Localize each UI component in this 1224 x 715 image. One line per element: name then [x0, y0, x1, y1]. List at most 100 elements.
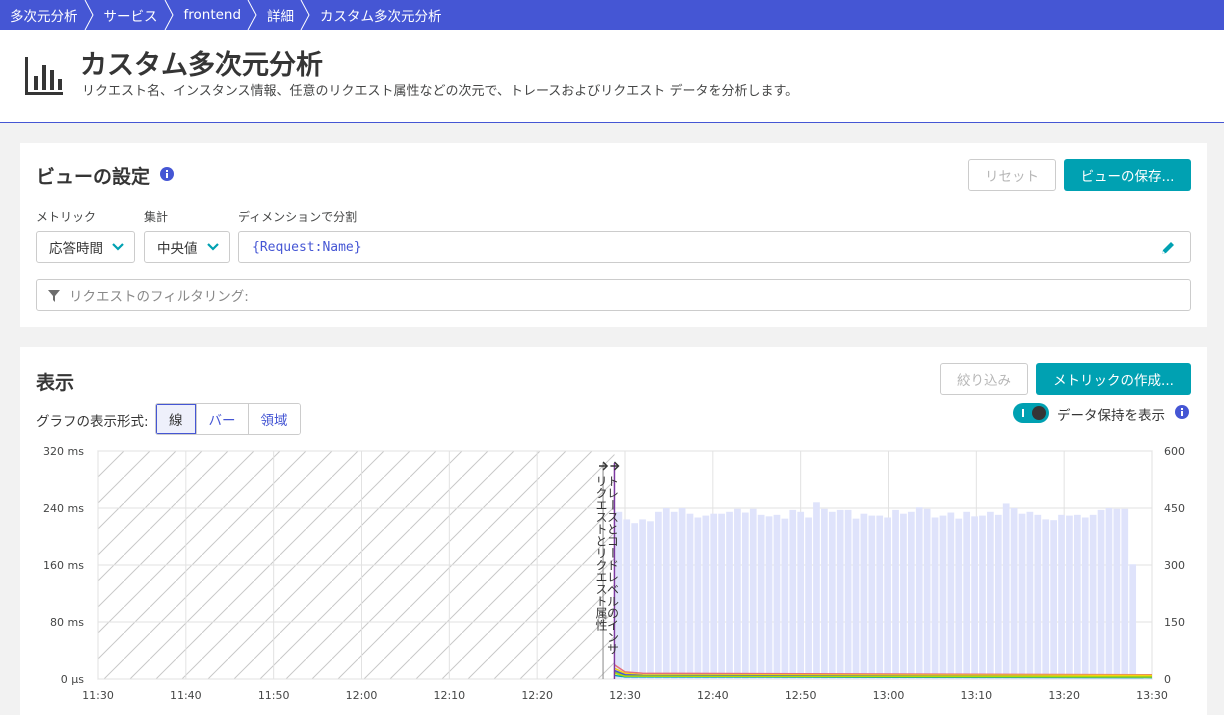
x-axis-tick-label: 12:10	[433, 689, 465, 702]
breadcrumb-item-services[interactable]: サービス	[94, 0, 164, 30]
request-count-bar	[726, 511, 733, 679]
x-axis-tick-label: 12:20	[521, 689, 553, 702]
request-count-bar	[813, 502, 820, 679]
request-count-bar	[828, 511, 836, 679]
page-subtitle: リクエスト名、インスタンス情報、任意のリクエスト属性などの次元で、トレースおよび…	[82, 84, 799, 99]
request-count-bar	[734, 508, 741, 679]
request-count-bar	[821, 508, 828, 679]
request-count-bar	[1073, 514, 1081, 679]
request-filter-input[interactable]: リクエストのフィルタリング:	[36, 279, 1191, 311]
request-count-bar	[1105, 508, 1113, 679]
request-count-bar	[892, 509, 899, 679]
info-icon[interactable]	[160, 167, 174, 181]
request-count-bar	[1089, 514, 1097, 679]
request-count-bar	[1066, 515, 1073, 679]
reset-button[interactable]: リセット	[968, 159, 1056, 191]
breadcrumb-label: 多次元分析	[10, 9, 78, 25]
request-count-bar	[686, 513, 694, 679]
request-count-bar	[900, 513, 907, 679]
breadcrumb-item-current: カスタム多次元分析	[310, 0, 448, 30]
request-count-bar	[907, 511, 915, 679]
request-count-bar	[702, 515, 710, 679]
x-axis-tick-label: 13:20	[1048, 689, 1080, 702]
breadcrumb: 多次元分析 サービス frontend 詳細 カスタム多次元分析	[0, 0, 1224, 30]
request-count-bar	[623, 519, 631, 679]
request-count-bar	[647, 521, 654, 679]
y-axis-left-tick-label: 240 ms	[43, 502, 84, 515]
request-count-bar	[781, 518, 789, 679]
breadcrumb-label: 詳細	[267, 9, 295, 25]
request-count-bar	[718, 513, 725, 679]
dimension-input[interactable]: {Request:Name}	[238, 231, 1191, 263]
x-axis-tick-label: 12:00	[346, 689, 378, 702]
bar-chart-icon	[25, 57, 63, 95]
request-count-bar	[773, 514, 781, 679]
chevron-down-icon	[112, 243, 124, 251]
x-axis-tick-label: 12:40	[697, 689, 729, 702]
request-count-bar	[797, 511, 805, 679]
request-count-bar	[939, 515, 947, 679]
request-count-bar	[631, 523, 639, 679]
breadcrumb-item-analysis[interactable]: 多次元分析	[0, 0, 84, 30]
view-settings-title: ビューの設定	[36, 166, 151, 188]
save-view-button[interactable]: ビューの保存...	[1064, 159, 1191, 191]
x-axis-tick-label: 11:50	[258, 689, 290, 702]
request-count-bar	[678, 508, 686, 679]
y-axis-right-tick-label: 300	[1164, 559, 1185, 572]
breadcrumb-item-frontend[interactable]: frontend	[174, 0, 248, 30]
dimension-input-value: {Request:Name}	[252, 239, 362, 255]
request-count-bar	[655, 511, 662, 679]
request-count-bar	[1034, 514, 1042, 679]
x-axis-tick-label: 13:00	[873, 689, 905, 702]
request-count-bar	[1121, 508, 1129, 679]
request-count-bar	[947, 512, 955, 679]
request-count-bar	[1081, 517, 1089, 679]
page-header: カスタム多次元分析 リクエスト名、インスタンス情報、任意のリクエスト属性などの次…	[0, 30, 1224, 123]
x-axis-tick-label: 11:30	[82, 689, 114, 702]
filter-icon	[48, 290, 60, 302]
request-count-bar	[1129, 564, 1137, 679]
chevron-right-icon	[247, 0, 257, 30]
request-count-bar	[955, 518, 963, 679]
request-count-bar	[1113, 508, 1121, 679]
x-axis-tick-label: 12:30	[609, 689, 641, 702]
request-count-bar	[1002, 503, 1010, 679]
request-count-bar	[994, 514, 1002, 679]
x-axis-tick-label: 13:30	[1136, 689, 1168, 702]
request-count-bar	[1018, 513, 1026, 679]
metric-select[interactable]: 応答時間	[36, 231, 135, 263]
aggregation-label: 集計	[144, 210, 169, 224]
metric-select-value: 応答時間	[49, 241, 103, 257]
y-axis-right-tick-label: 600	[1164, 445, 1185, 458]
request-count-bar	[639, 519, 646, 679]
breadcrumb-label: frontend	[183, 7, 242, 23]
breadcrumb-label: カスタム多次元分析	[320, 9, 442, 25]
request-count-bar	[923, 508, 931, 679]
y-axis-left-tick-label: 0 µs	[61, 673, 84, 686]
request-count-bar	[844, 509, 852, 679]
aggregation-select[interactable]: 中央値	[144, 231, 230, 263]
request-count-bar	[694, 517, 702, 679]
request-count-bar	[979, 515, 986, 679]
request-count-bar	[805, 517, 812, 679]
request-count-bar	[868, 515, 876, 679]
request-count-bar	[789, 509, 797, 679]
pencil-icon[interactable]	[1160, 240, 1176, 256]
metric-label: メトリック	[36, 210, 97, 224]
request-count-bar	[915, 507, 923, 679]
request-count-bar	[1026, 511, 1034, 679]
x-axis-tick-label: 12:50	[785, 689, 817, 702]
y-axis-left-tick-label: 80 ms	[50, 616, 84, 629]
dimension-label: ディメンションで分割	[238, 210, 358, 224]
request-count-bar	[836, 509, 844, 679]
request-count-bar	[884, 517, 891, 679]
breadcrumb-item-details[interactable]: 詳細	[257, 0, 300, 30]
request-count-bar	[876, 515, 884, 679]
chevron-right-icon	[84, 0, 94, 30]
request-count-bar	[852, 518, 860, 679]
chevron-right-icon	[300, 0, 310, 30]
response-time-chart[interactable]: リクエストとリクエスト属性トレースとコードレベルのインサ 320 ms240 m…	[20, 347, 1207, 715]
x-axis-tick-label: 11:40	[170, 689, 202, 702]
request-count-bar	[931, 517, 939, 679]
y-axis-right-tick-label: 150	[1164, 616, 1185, 629]
